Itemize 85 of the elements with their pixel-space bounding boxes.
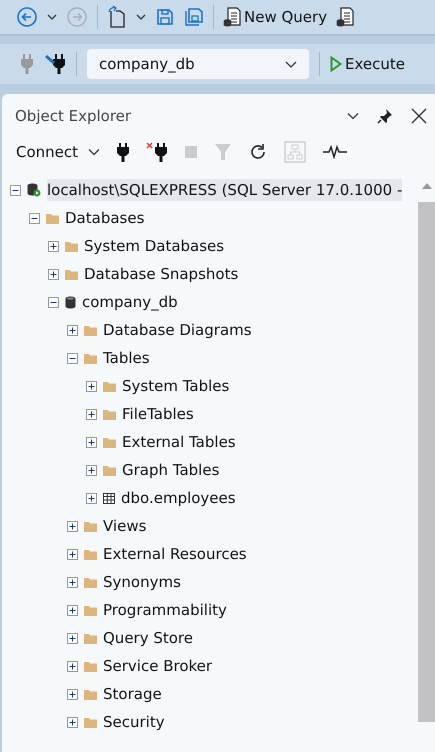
database-icon <box>65 296 76 308</box>
expand-icon[interactable] <box>86 492 97 504</box>
tree-item[interactable]: External Resources <box>103 543 247 565</box>
folder-icon <box>84 324 97 336</box>
expand-icon[interactable] <box>67 688 78 700</box>
plug-icon[interactable] <box>44 53 66 75</box>
expand-icon[interactable] <box>86 380 97 392</box>
folder-icon <box>103 464 116 476</box>
tree-item[interactable]: Views <box>103 515 146 537</box>
plug-icon[interactable] <box>117 142 130 162</box>
activity-icon[interactable] <box>323 145 348 159</box>
collapse-icon[interactable] <box>48 296 59 308</box>
tree-item[interactable]: Programmability <box>103 599 227 621</box>
tree-item[interactable]: System Databases <box>84 235 224 257</box>
folder-icon <box>103 408 116 420</box>
close-icon[interactable] <box>411 108 427 124</box>
folder-icon <box>84 716 97 728</box>
refresh-icon[interactable] <box>249 143 268 161</box>
folder-icon <box>84 576 97 588</box>
expand-icon[interactable] <box>67 324 78 336</box>
tree-item[interactable]: Security <box>103 711 165 733</box>
panel-title: Object Explorer <box>15 107 132 125</box>
chevron-down-icon[interactable] <box>347 112 359 120</box>
folder-icon <box>84 660 97 672</box>
expand-icon[interactable] <box>67 660 78 672</box>
tree-item[interactable]: Database Diagrams <box>103 319 252 341</box>
tree-item[interactable]: Graph Tables <box>122 459 220 481</box>
tree-item[interactable]: Synonyms <box>103 571 181 593</box>
collapse-icon[interactable] <box>10 184 21 196</box>
tree-item[interactable]: Query Store <box>103 627 193 649</box>
tree-item[interactable]: Storage <box>103 683 162 705</box>
expand-icon[interactable] <box>86 436 97 448</box>
tree-item[interactable]: FileTables <box>122 403 194 425</box>
folder-icon <box>103 436 116 448</box>
connect-button[interactable]: Connect <box>16 143 100 161</box>
expand-icon[interactable] <box>67 632 78 644</box>
expand-icon[interactable] <box>67 548 78 560</box>
server-database-icon <box>27 183 41 197</box>
play-icon <box>330 56 342 72</box>
collapse-icon[interactable] <box>67 352 78 364</box>
tree-item[interactable]: company_db <box>82 291 178 313</box>
execute-button[interactable]: Execute <box>330 55 405 73</box>
expand-icon[interactable] <box>67 604 78 616</box>
database-dropdown[interactable]: company_db <box>87 49 309 79</box>
folder-icon <box>103 380 116 392</box>
tree-item[interactable]: Service Broker <box>103 655 212 677</box>
disconnect-icon[interactable] <box>146 142 168 162</box>
pin-icon[interactable] <box>377 108 393 124</box>
tree-item[interactable]: System Tables <box>122 375 230 397</box>
expand-icon[interactable] <box>86 464 97 476</box>
tree-item[interactable]: localhost\SQLEXPRESS (SQL Server 17.0.1000 - <box>47 179 402 201</box>
collapse-icon[interactable] <box>29 212 40 224</box>
expand-icon[interactable] <box>86 408 97 420</box>
folder-icon <box>84 632 97 644</box>
chevron-down-icon[interactable] <box>136 13 146 21</box>
tree-item[interactable]: Databases <box>65 207 144 229</box>
tree-item[interactable]: Database Snapshots <box>84 263 238 285</box>
tree-item[interactable]: External Tables <box>122 431 236 453</box>
expand-icon[interactable] <box>67 716 78 728</box>
expand-icon[interactable] <box>48 268 59 280</box>
folder-icon <box>46 212 59 224</box>
folder-icon <box>65 268 78 280</box>
expand-icon[interactable] <box>48 240 59 252</box>
folder-icon <box>84 688 97 700</box>
scroll-up-icon[interactable] <box>420 182 432 190</box>
save-icon[interactable] <box>155 7 175 27</box>
folder-icon <box>84 548 97 560</box>
expand-icon[interactable] <box>67 576 78 588</box>
query-document-icon[interactable] <box>336 7 354 27</box>
chevron-down-icon <box>88 148 100 156</box>
folder-icon <box>65 240 78 252</box>
tree-item[interactable]: Tables <box>103 347 150 369</box>
new-document-icon[interactable] <box>107 5 127 29</box>
folder-icon <box>84 604 97 616</box>
save-all-icon[interactable] <box>184 7 204 27</box>
back-icon[interactable] <box>16 6 38 28</box>
folder-icon <box>84 352 97 364</box>
expand-icon[interactable] <box>67 520 78 532</box>
folder-icon <box>84 520 97 532</box>
chevron-down-icon <box>285 60 297 68</box>
table-icon <box>103 492 115 504</box>
tree-item[interactable]: dbo.employees <box>121 487 236 509</box>
new-query-button[interactable]: New Query <box>223 7 328 27</box>
chevron-down-icon[interactable] <box>47 13 57 21</box>
query-document-icon <box>223 7 241 27</box>
